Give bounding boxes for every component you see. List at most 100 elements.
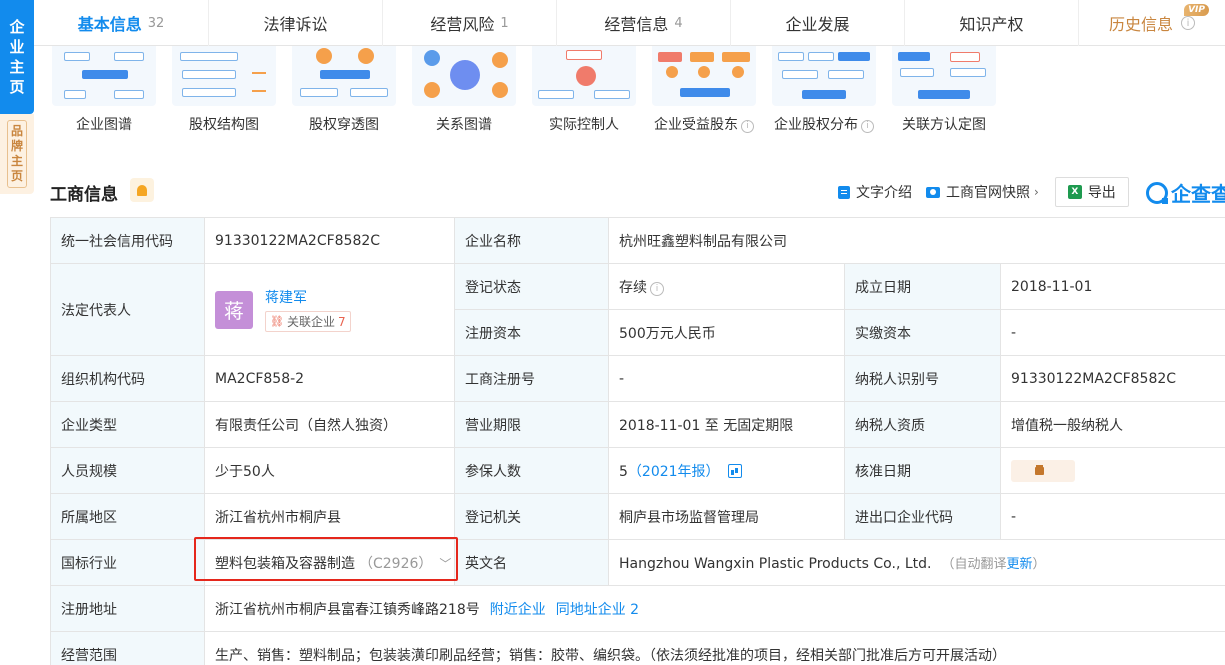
industry-value: 塑料包装箱及容器制造: [215, 555, 355, 572]
reg-capital-value: 500万元人民币: [608, 309, 845, 356]
graph-thumbnail: [532, 46, 636, 106]
tab-history[interactable]: 历史信息 i VIP: [1079, 0, 1225, 46]
nearby-companies-link[interactable]: 附近企业: [490, 602, 546, 618]
reg-no-label: 工商注册号: [454, 355, 609, 402]
industry-code: （C2926）: [359, 555, 426, 572]
graph-card-enterprise[interactable]: 企业图谱: [50, 46, 158, 138]
graph-label: 企业股权分布: [774, 117, 858, 133]
annual-report-link[interactable]: （2021年报）: [628, 464, 720, 480]
brand-icon: [1146, 181, 1168, 204]
graph-label-wrap: 企业受益股东 i: [640, 114, 768, 134]
approved-date-label: 核准日期: [844, 447, 1001, 494]
same-address-link[interactable]: 同地址企业 2: [556, 602, 639, 618]
graph-thumbnail: [652, 46, 756, 106]
brand-text: 企查查: [1171, 182, 1225, 206]
graph-thumbnail: [292, 46, 396, 106]
info-icon[interactable]: i: [650, 281, 664, 296]
table-row: 法定代表人 蒋 蒋建军 ⛓ 关联企业 7 登记状态 存续 i 成立日期 2018-…: [50, 263, 1225, 356]
tab-ip[interactable]: 知识产权: [905, 0, 1079, 46]
side-tab-char: 页: [10, 169, 23, 183]
business-info-table: 统一社会信用代码 91330122MA2CF8582C 企业名称 杭州旺鑫塑料制…: [50, 217, 1225, 665]
en-name-value: Hangzhou Wangxin Plastic Products Co., L…: [619, 556, 932, 572]
update-link[interactable]: 更新: [1006, 557, 1032, 572]
tab-risk[interactable]: 经营风险 1: [383, 0, 557, 46]
staff-label: 人员规模: [50, 447, 205, 494]
tab-label: 经营风险: [430, 15, 495, 34]
graph-card-equity-structure[interactable]: 股权结构图: [170, 46, 278, 138]
graph-label: 股权结构图: [189, 117, 259, 133]
side-tab-brand-home[interactable]: 品 牌 主 页: [0, 114, 34, 194]
address-cell: 浙江省杭州市桐庐县富春江镇秀峰路218号 附近企业 同地址企业 2: [204, 585, 1225, 632]
paid-capital-label: 实缴资本: [844, 309, 1001, 356]
side-tab-company-home[interactable]: 企 业 主 页: [0, 0, 34, 114]
graph-label: 企业受益股东: [654, 117, 738, 133]
company-type-label: 企业类型: [50, 401, 205, 448]
ie-code-label: 进出口企业代码: [844, 493, 1001, 540]
insured-label: 参保人数: [454, 447, 609, 494]
taxpayer-qual-label: 纳税人资质: [844, 401, 1001, 448]
graph-thumbnail: [892, 46, 996, 106]
table-row: 国标行业 塑料包装箱及容器制造 （C2926） ﹀ 英文名 Hangzhou Wan…: [50, 539, 1225, 586]
credit-code-value: 91330122MA2CF8582C: [204, 217, 455, 264]
tab-operation[interactable]: 经营信息 4: [557, 0, 731, 46]
side-tab-char: 品: [10, 124, 23, 138]
status-cell: 存续 i: [608, 263, 845, 310]
founded-value: 2018-11-01: [1000, 263, 1225, 310]
auto-translate-note: （自动翻译: [941, 557, 1007, 572]
side-tab-char: 页: [9, 78, 25, 96]
avatar[interactable]: 蒋: [215, 290, 253, 329]
taxpayer-id-value: 91330122MA2CF8582C: [1000, 355, 1225, 402]
credit-code-label: 统一社会信用代码: [50, 217, 205, 264]
chart-icon[interactable]: [727, 463, 742, 478]
table-row: 人员规模 少于50人 参保人数 5（2021年报） 核准日期: [50, 447, 1225, 494]
org-code-value: MA2CF858-2: [204, 355, 455, 402]
bell-icon[interactable]: [130, 178, 154, 202]
staff-value: 少于50人: [204, 447, 455, 494]
graph-card-equity-penetration[interactable]: 股权穿透图: [290, 46, 398, 138]
graph-card-beneficial-owner[interactable]: 企业受益股东 i: [650, 46, 758, 138]
side-tab-char: 企: [9, 18, 25, 36]
graph-card-actual-controller[interactable]: 实际控制人: [530, 46, 638, 138]
industry-dropdown[interactable]: 塑料包装箱及容器制造 （C2926） ﹀: [204, 539, 455, 586]
tab-label: 知识产权: [959, 15, 1024, 34]
legal-rep-name-link[interactable]: 蒋建军: [265, 287, 351, 307]
excel-icon: X: [1067, 185, 1082, 199]
graph-label-wrap: 企业股权分布 i: [760, 114, 888, 134]
graph-card-relation[interactable]: 关系图谱: [410, 46, 518, 138]
graph-card-equity-distribution[interactable]: 企业股权分布 i: [770, 46, 878, 138]
table-row: 企业类型 有限责任公司（自然人独资） 营业期限 2018-11-01 至 无固定…: [50, 401, 1225, 448]
lock-icon[interactable]: [1011, 459, 1075, 482]
reg-no-value: -: [608, 355, 845, 402]
graph-thumbnail: [772, 46, 876, 106]
graph-thumbnail: [412, 46, 516, 106]
tab-count: 1: [500, 15, 509, 31]
brand-logo: 企查查: [1146, 178, 1225, 207]
info-icon: i: [861, 119, 874, 133]
side-tab-char: 主: [9, 58, 25, 76]
table-row: 组织机构代码 MA2CF858-2 工商注册号 - 纳税人识别号 9133012…: [50, 355, 1225, 402]
text-intro-label: 文字介绍: [856, 185, 912, 201]
tab-development[interactable]: 企业发展: [731, 0, 905, 46]
reg-capital-label: 注册资本: [454, 309, 609, 356]
authority-label: 登记机关: [454, 493, 609, 540]
address-label: 注册地址: [50, 585, 205, 632]
tab-legal[interactable]: 法律诉讼: [209, 0, 383, 46]
graph-card-related-party[interactable]: 关联方认定图: [890, 46, 998, 138]
org-code-label: 组织机构代码: [50, 355, 205, 402]
legal-rep-cell: 蒋 蒋建军 ⛓ 关联企业 7: [204, 263, 455, 356]
top-tabs: 基本信息 32 法律诉讼 经营风险 1 经营信息 4 企业发展 知识产权 历史信息 i…: [34, 0, 1225, 46]
industry-label: 国标行业: [50, 539, 205, 586]
side-tab-char: 主: [10, 154, 23, 168]
text-intro-button[interactable]: 文字介绍: [838, 182, 912, 202]
export-label: 导出: [1087, 185, 1116, 201]
export-button[interactable]: X 导出: [1054, 177, 1129, 207]
related-companies-tag[interactable]: ⛓ 关联企业 7: [265, 311, 351, 332]
snapshot-link[interactable]: 工商官网快照 ›: [926, 182, 1039, 202]
company-type-value: 有限责任公司（自然人独资）: [204, 401, 455, 448]
tab-basic-info[interactable]: 基本信息 32: [34, 0, 209, 46]
table-row: 经营范围 生产、销售：塑料制品；包装装潢印刷品经营；销售：胶带、编织袋。（依法须…: [50, 631, 1225, 665]
auto-translate-note-end: ）: [1032, 557, 1046, 572]
table-row: 统一社会信用代码 91330122MA2CF8582C 企业名称 杭州旺鑫塑料制…: [50, 217, 1225, 264]
company-name-label: 企业名称: [454, 217, 609, 264]
graph-label: 企业图谱: [76, 117, 132, 133]
